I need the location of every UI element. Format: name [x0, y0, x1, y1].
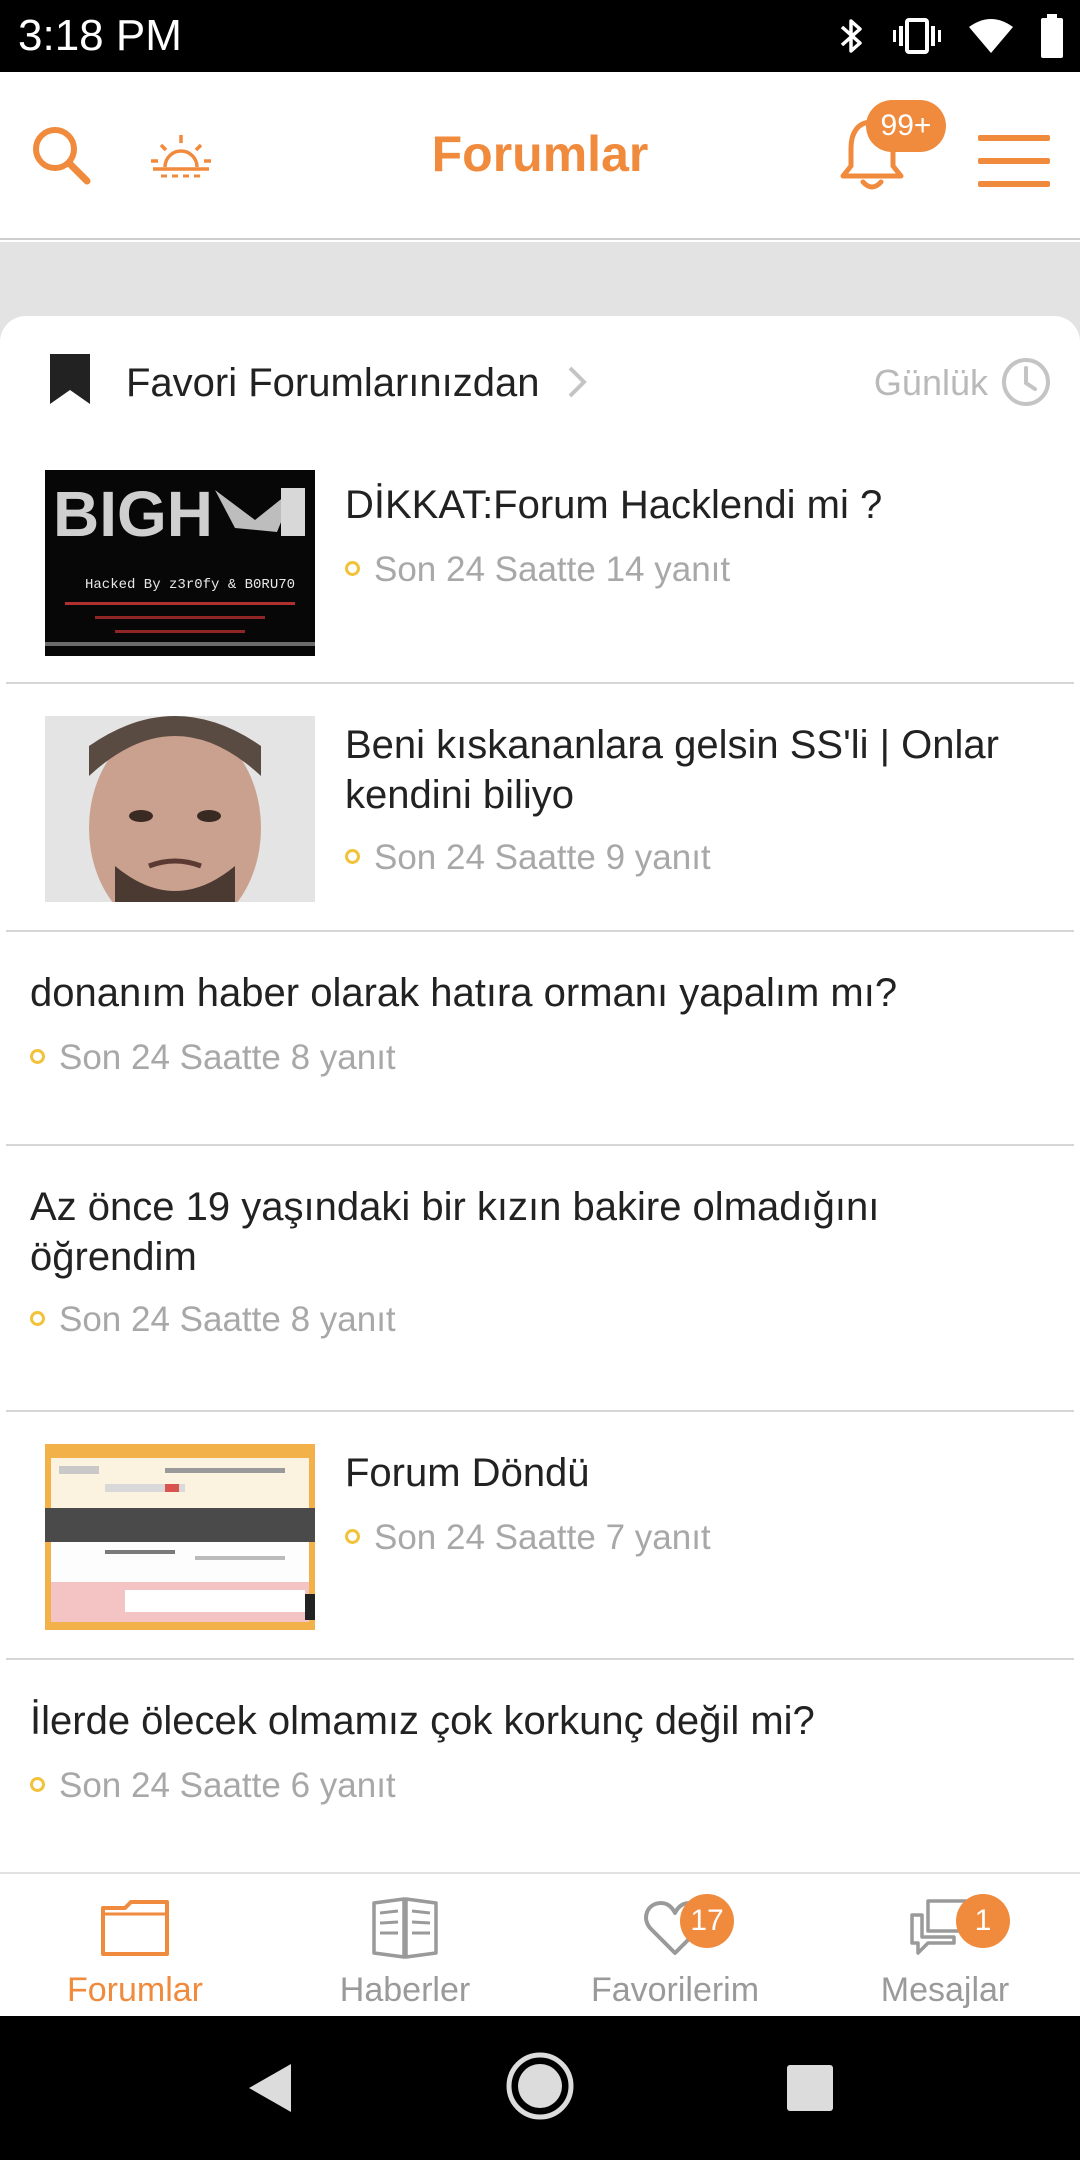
messages-badge: 1 — [956, 1894, 1010, 1948]
topic-title: Forum Döndü — [345, 1451, 590, 1495]
bottom-navigation: Forumlar Haberler 17 Favorilerim 1 Mesaj… — [0, 1872, 1080, 2016]
topic-item[interactable]: donanım haber olarak hatıra ormanı yapal… — [6, 934, 1074, 1146]
period-selector[interactable]: Günlük — [874, 358, 988, 408]
status-bar: 3:18 PM — [0, 0, 1080, 72]
reply-count: Son 24 Saatte 8 yanıt — [59, 1038, 396, 1077]
topic-item[interactable]: İlerde ölecek olmamız çok korkunç değil … — [6, 1662, 1074, 1872]
activity-dot-icon — [345, 561, 360, 577]
app-header: Forumlar 99+ — [0, 72, 1080, 240]
home-button[interactable] — [504, 2050, 576, 2122]
nav-label: Mesajlar — [880, 1971, 1010, 2009]
reply-count: Son 24 Saatte 6 yanıt — [59, 1766, 396, 1805]
activity-dot-icon — [345, 1529, 360, 1545]
recents-square-icon — [787, 2065, 833, 2111]
topic-item[interactable]: BIGH Hacked By z3r0fy & B0RU70 DİKKAT:Fo… — [6, 446, 1074, 684]
clock-icon[interactable] — [1000, 356, 1052, 413]
nav-label: Forumlar — [66, 1971, 204, 2009]
topic-title: Az önce 19 yaşındaki bir kızın bakire ol… — [30, 1185, 880, 1279]
nav-label: Favorilerim — [590, 1971, 760, 2009]
topic-thumbnail: BIGH Hacked By z3r0fy & B0RU70 — [45, 470, 315, 656]
topic-title: donanım haber olarak hatıra ormanı yapal… — [30, 971, 898, 1015]
reply-count: Son 24 Saatte 8 yanıt — [59, 1300, 396, 1339]
topic-meta: Son 24 Saatte 7 yanıt — [345, 1516, 711, 1560]
reply-count: Son 24 Saatte 7 yanıt — [374, 1518, 711, 1557]
menu-button[interactable] — [974, 126, 1054, 196]
topic-title: İlerde ölecek olmamız çok korkunç değil … — [30, 1699, 815, 1743]
status-time: 3:18 PM — [18, 11, 182, 60]
topic-item[interactable]: Beni kıskananlara gelsin SS'li | Onlar k… — [6, 686, 1074, 932]
topic-meta: Son 24 Saatte 6 yanıt — [30, 1764, 396, 1808]
folder-icon — [0, 1888, 270, 1968]
topic-title: DİKKAT:Forum Hacklendi mi ? — [345, 483, 883, 527]
hamburger-menu-icon — [978, 135, 1050, 187]
svg-text:BIGH: BIGH — [53, 478, 213, 550]
nav-forumlar[interactable]: Forumlar — [0, 1874, 270, 2018]
nav-label: Haberler — [339, 1971, 471, 2009]
topic-item[interactable]: Az önce 19 yaşındaki bir kızın bakire ol… — [6, 1148, 1074, 1412]
topic-meta: Son 24 Saatte 9 yanıt — [345, 836, 711, 880]
notification-badge: 99+ — [866, 100, 946, 152]
favorites-title: Favori Forumlarınızdan — [126, 361, 540, 405]
wifi-icon — [968, 17, 1014, 55]
topic-meta: Son 24 Saatte 8 yanıt — [30, 1036, 396, 1080]
activity-dot-icon — [30, 1311, 45, 1327]
topic-meta: Son 24 Saatte 14 yanıt — [345, 548, 730, 592]
battery-icon — [1040, 14, 1064, 58]
topic-title: Beni kıskananlara gelsin SS'li | Onlar k… — [345, 723, 999, 817]
topic-item[interactable]: Forum Döndü Son 24 Saatte 7 yanıt — [6, 1414, 1074, 1660]
favorites-header[interactable]: Favori Forumlarınızdan Günlük — [0, 316, 1080, 446]
vibrate-icon — [892, 16, 942, 56]
chat-icon — [810, 1888, 1080, 1968]
favorites-card: Favori Forumlarınızdan Günlük BIGH Hacke… — [0, 316, 1080, 1872]
topic-meta: Son 24 Saatte 8 yanıt — [30, 1298, 396, 1342]
thumbnail-caption: Hacked By z3r0fy & B0RU70 — [85, 577, 295, 593]
status-icons — [838, 14, 1064, 58]
back-triangle-icon — [249, 2064, 291, 2112]
topic-thumbnail — [45, 716, 315, 902]
activity-dot-icon — [30, 1777, 45, 1793]
newspaper-icon — [270, 1888, 540, 1968]
favorites-badge: 17 — [680, 1894, 734, 1948]
back-button[interactable] — [238, 2056, 302, 2120]
bluetooth-icon — [838, 16, 866, 56]
system-navigation-bar — [0, 2016, 1080, 2160]
recents-button[interactable] — [782, 2060, 838, 2116]
nav-haberler[interactable]: Haberler — [270, 1874, 540, 2018]
topic-thumbnail — [45, 1444, 315, 1630]
activity-dot-icon — [345, 849, 360, 865]
heart-icon — [540, 1888, 810, 1968]
chevron-right-icon — [564, 362, 590, 407]
reply-count: Son 24 Saatte 9 yanıt — [374, 838, 711, 877]
home-circle-icon — [506, 2052, 574, 2120]
reply-count: Son 24 Saatte 14 yanıt — [374, 550, 731, 589]
bookmark-icon — [48, 352, 92, 411]
nav-favorilerim[interactable]: 17 Favorilerim — [540, 1874, 810, 2018]
activity-dot-icon — [30, 1049, 45, 1065]
nav-mesajlar[interactable]: 1 Mesajlar — [810, 1874, 1080, 2018]
